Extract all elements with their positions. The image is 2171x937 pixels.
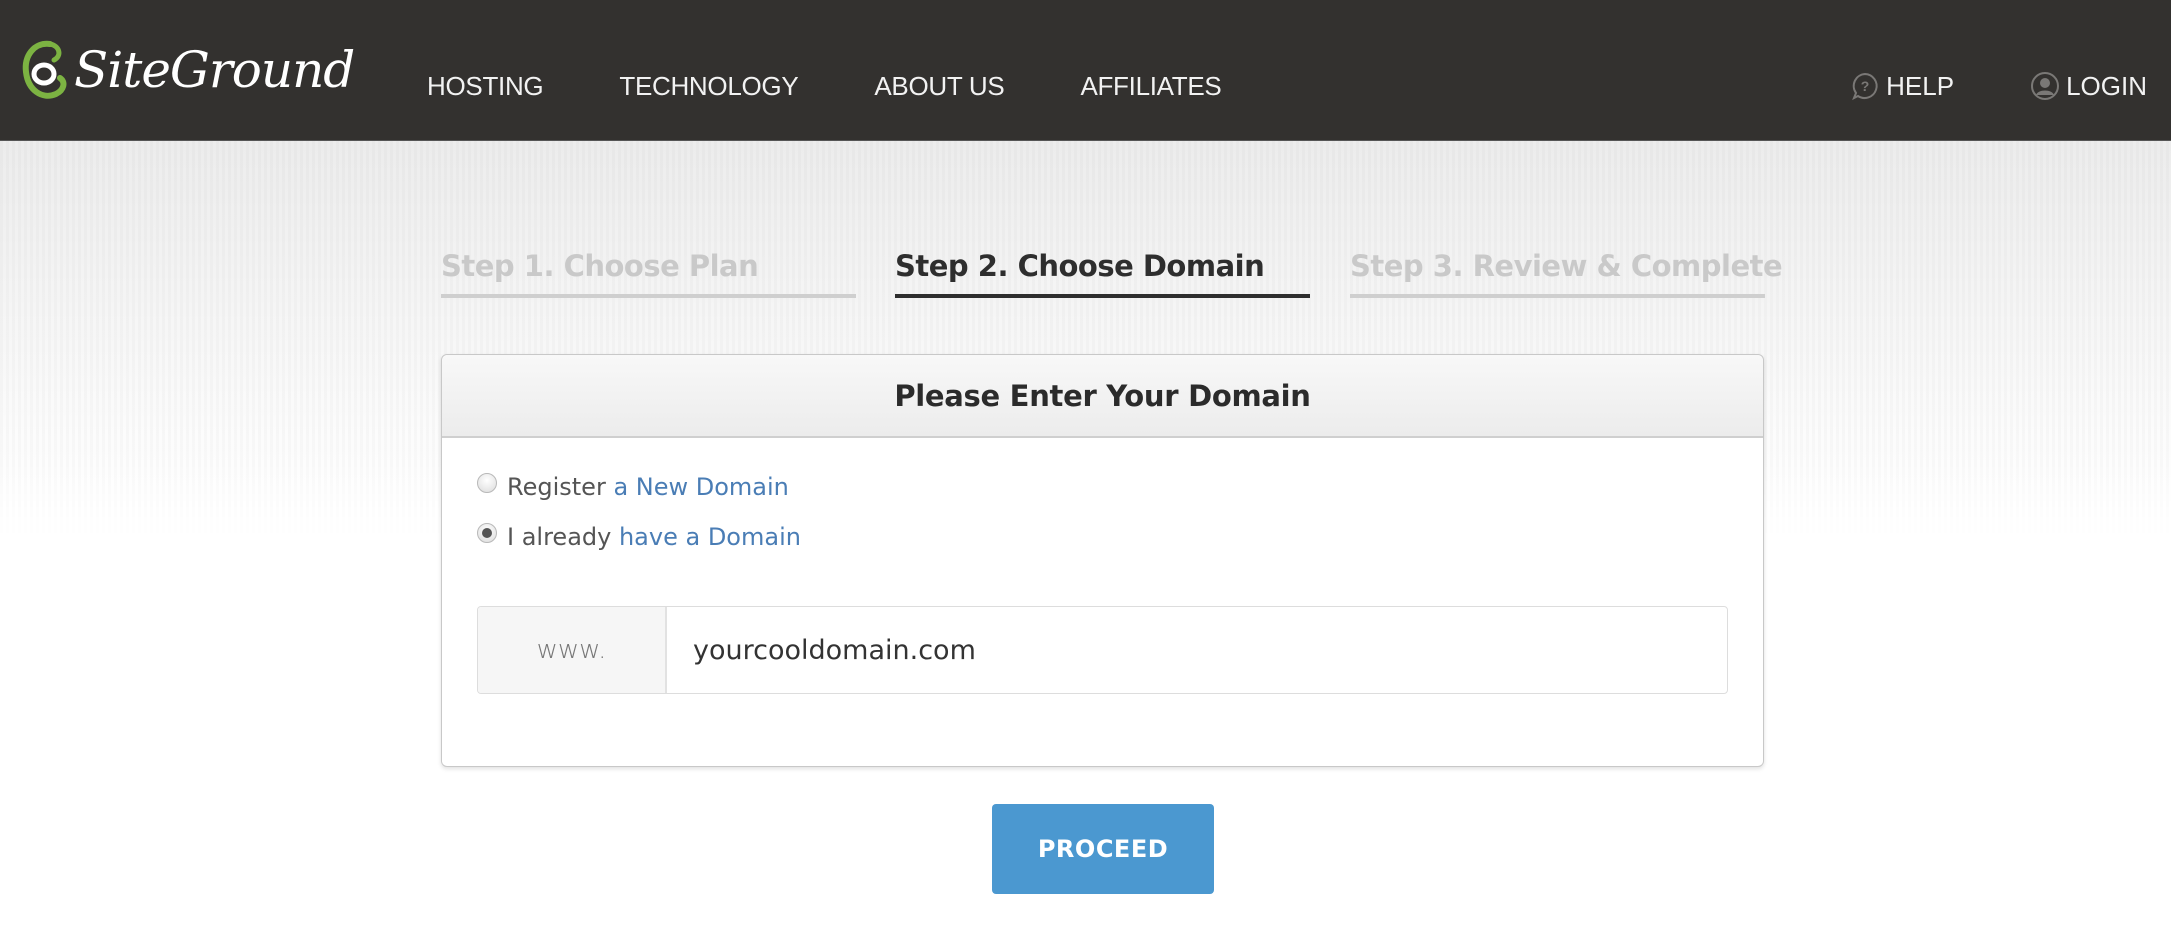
option-existing-domain[interactable]: I already have a Domain [477,519,801,555]
domain-input[interactable] [667,607,1727,693]
help-link[interactable]: ? HELP [1850,70,1954,102]
radio-register-new-domain[interactable] [477,473,497,493]
main-nav: HOSTING TECHNOLOGY ABOUT US AFFILIATES [427,70,1297,102]
step-label: Step 2. Choose Domain [895,249,1265,283]
account-nav: ? HELP LOGIN [1774,70,2147,102]
option-prefix: I already [507,523,619,551]
siteground-swirl-icon [22,40,67,99]
domain-input-group: www. [477,606,1728,694]
step-underline [895,294,1310,298]
nav-technology[interactable]: TECHNOLOGY [619,70,798,102]
panel-title: Please Enter Your Domain [894,378,1311,413]
step-choose-domain: Step 2. Choose Domain [895,246,1310,300]
help-label: HELP [1886,71,1955,101]
step-underline [441,294,856,298]
new-domain-link[interactable]: a New Domain [613,473,788,501]
domain-option-group: Register a New Domain I already have a D… [477,469,801,569]
nav-about-us[interactable]: ABOUT US [874,70,1004,102]
option-register-new-domain[interactable]: Register a New Domain [477,469,801,505]
step-label: Step 3. Review & Complete [1350,249,1783,283]
svg-text:?: ? [1861,78,1870,94]
top-navigation-bar: SiteGround HOSTING TECHNOLOGY ABOUT US A… [0,0,2171,141]
nav-affiliates[interactable]: AFFILIATES [1080,70,1221,102]
step-underline [1350,294,1765,298]
step-review-complete: Step 3. Review & Complete [1350,246,1783,300]
siteground-logo[interactable]: SiteGround [20,36,355,104]
proceed-button[interactable]: PROCEED [992,804,1214,894]
domain-panel: Please Enter Your Domain Register a New … [441,354,1764,767]
nav-hosting[interactable]: HOSTING [427,70,544,102]
step-choose-plan[interactable]: Step 1. Choose Plan [441,246,856,300]
login-link[interactable]: LOGIN [2030,70,2147,102]
brand-name: SiteGround [74,41,355,99]
user-circle-icon [2031,72,2060,100]
option-prefix: Register [507,473,614,501]
www-prefix-addon: www. [478,607,667,693]
radio-existing-domain[interactable] [477,523,497,543]
panel-header: Please Enter Your Domain [442,355,1763,438]
have-domain-link[interactable]: have a Domain [619,523,801,551]
question-bubble-icon: ? [1852,72,1878,101]
login-label: LOGIN [2066,71,2147,101]
checkout-steps: Step 1. Choose Plan Step 2. Choose Domai… [441,246,1783,302]
step-label: Step 1. Choose Plan [441,249,759,283]
